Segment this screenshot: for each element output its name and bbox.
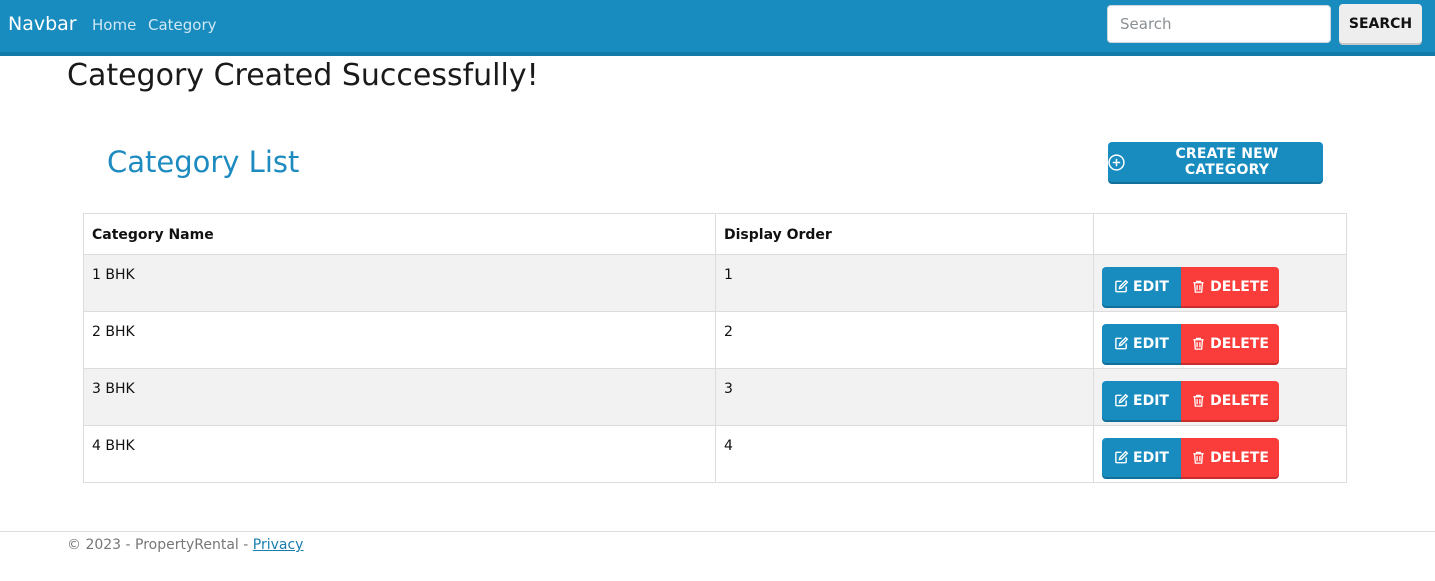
delete-label: DELETE bbox=[1210, 335, 1269, 352]
privacy-link[interactable]: Privacy bbox=[253, 537, 304, 553]
edit-icon bbox=[1115, 450, 1129, 464]
header-display-order: Display Order bbox=[715, 213, 1094, 255]
cell-display-order: 2 bbox=[715, 311, 1094, 369]
edit-label: EDIT bbox=[1133, 278, 1169, 295]
nav-link-category[interactable]: Category bbox=[148, 16, 217, 34]
table-row: 2 BHK 2 EDIT DELETE bbox=[83, 311, 1347, 369]
delete-button[interactable]: DELETE bbox=[1181, 324, 1279, 363]
delete-label: DELETE bbox=[1210, 449, 1269, 466]
cell-category-name: 2 BHK bbox=[83, 311, 716, 369]
edit-label: EDIT bbox=[1133, 335, 1169, 352]
header-actions bbox=[1093, 213, 1347, 255]
cell-category-name: 1 BHK bbox=[83, 254, 716, 312]
trash-icon bbox=[1193, 394, 1204, 407]
edit-label: EDIT bbox=[1133, 449, 1169, 466]
delete-label: DELETE bbox=[1210, 392, 1269, 409]
search-input[interactable] bbox=[1107, 5, 1331, 43]
table-row: 1 BHK 1 EDIT DELETE bbox=[83, 254, 1347, 312]
edit-button[interactable]: EDIT bbox=[1102, 267, 1181, 306]
edit-icon bbox=[1115, 336, 1129, 350]
table-row: 3 BHK 3 EDIT DELETE bbox=[83, 368, 1347, 426]
navbar: Navbar Home Category SEARCH bbox=[0, 0, 1435, 56]
edit-label: EDIT bbox=[1133, 392, 1169, 409]
trash-icon bbox=[1193, 337, 1204, 350]
cell-actions: EDIT DELETE bbox=[1093, 254, 1347, 312]
trash-icon bbox=[1193, 280, 1204, 293]
delete-button[interactable]: DELETE bbox=[1181, 438, 1279, 477]
table-row: 4 BHK 4 EDIT DELETE bbox=[83, 425, 1347, 483]
plus-circle-icon bbox=[1108, 153, 1125, 171]
footer-copyright: © 2023 - PropertyRental - bbox=[67, 537, 253, 553]
trash-icon bbox=[1193, 451, 1204, 464]
table-header-row: Category Name Display Order bbox=[83, 213, 1347, 255]
cell-actions: EDIT DELETE bbox=[1093, 425, 1347, 483]
delete-button[interactable]: DELETE bbox=[1181, 267, 1279, 306]
create-category-label: CREATE NEW CATEGORY bbox=[1175, 146, 1279, 178]
success-message: Category Created Successfully! bbox=[67, 58, 539, 93]
cell-display-order: 1 bbox=[715, 254, 1094, 312]
navbar-brand[interactable]: Navbar bbox=[8, 13, 77, 35]
cell-display-order: 3 bbox=[715, 368, 1094, 426]
cell-category-name: 4 BHK bbox=[83, 425, 716, 483]
edit-button[interactable]: EDIT bbox=[1102, 324, 1181, 363]
page-title: Category List bbox=[107, 145, 300, 179]
category-table: Category Name Display Order 1 BHK 1 EDIT bbox=[83, 213, 1347, 483]
delete-label: DELETE bbox=[1210, 278, 1269, 295]
cell-actions: EDIT DELETE bbox=[1093, 311, 1347, 369]
action-button-group: EDIT DELETE bbox=[1102, 381, 1338, 420]
edit-button[interactable]: EDIT bbox=[1102, 381, 1181, 420]
create-category-button[interactable]: CREATE NEW CATEGORY bbox=[1108, 142, 1323, 182]
cell-actions: EDIT DELETE bbox=[1093, 368, 1347, 426]
footer: © 2023 - PropertyRental - Privacy bbox=[67, 537, 303, 553]
cell-category-name: 3 BHK bbox=[83, 368, 716, 426]
edit-icon bbox=[1115, 393, 1129, 407]
footer-divider bbox=[0, 531, 1435, 532]
delete-button[interactable]: DELETE bbox=[1181, 381, 1279, 420]
search-button[interactable]: SEARCH bbox=[1339, 4, 1422, 43]
action-button-group: EDIT DELETE bbox=[1102, 267, 1338, 306]
action-button-group: EDIT DELETE bbox=[1102, 438, 1338, 477]
nav-link-home[interactable]: Home bbox=[92, 16, 136, 34]
header-category-name: Category Name bbox=[83, 213, 716, 255]
action-button-group: EDIT DELETE bbox=[1102, 324, 1338, 363]
cell-display-order: 4 bbox=[715, 425, 1094, 483]
edit-button[interactable]: EDIT bbox=[1102, 438, 1181, 477]
edit-icon bbox=[1115, 279, 1129, 293]
